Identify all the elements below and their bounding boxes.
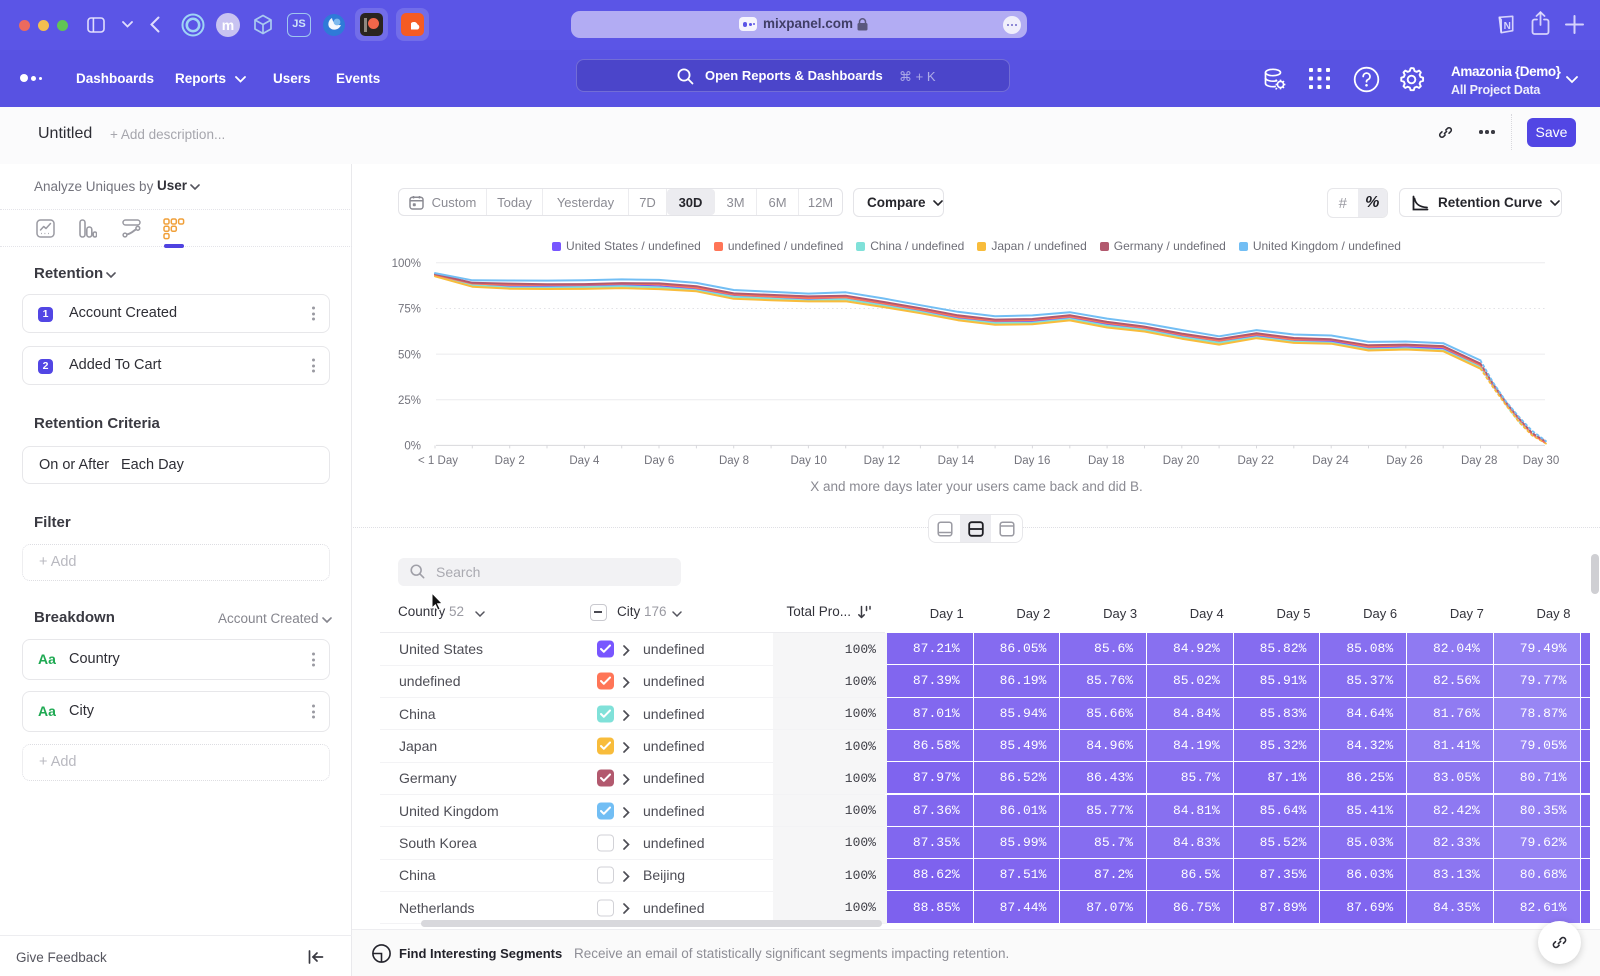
svg-text:Day 16: Day 16 xyxy=(1014,455,1050,467)
svg-text:Day 22: Day 22 xyxy=(1237,455,1273,467)
svg-text:Day 30: Day 30 xyxy=(1523,455,1559,467)
svg-text:25%: 25% xyxy=(398,395,421,407)
svg-text:75%: 75% xyxy=(398,304,421,316)
svg-text:Day 10: Day 10 xyxy=(790,455,826,467)
svg-text:Day 8: Day 8 xyxy=(719,455,749,467)
svg-text:Day 2: Day 2 xyxy=(495,455,525,467)
svg-text:Day 20: Day 20 xyxy=(1163,455,1199,467)
svg-text:Day 18: Day 18 xyxy=(1088,455,1124,467)
svg-text:Day 4: Day 4 xyxy=(569,455,600,467)
svg-text:< 1 Day: < 1 Day xyxy=(418,455,458,467)
svg-text:Day 26: Day 26 xyxy=(1386,455,1422,467)
svg-text:N: N xyxy=(1504,21,1511,32)
svg-text:Day 14: Day 14 xyxy=(938,455,975,467)
svg-text:Day 6: Day 6 xyxy=(644,455,674,467)
svg-text:50%: 50% xyxy=(398,349,421,361)
svg-text:Day 12: Day 12 xyxy=(864,455,900,467)
svg-text:Day 24: Day 24 xyxy=(1312,455,1349,467)
svg-text:100%: 100% xyxy=(392,258,421,270)
svg-text:Day 28: Day 28 xyxy=(1461,455,1497,467)
svg-text:0%: 0% xyxy=(404,441,421,453)
